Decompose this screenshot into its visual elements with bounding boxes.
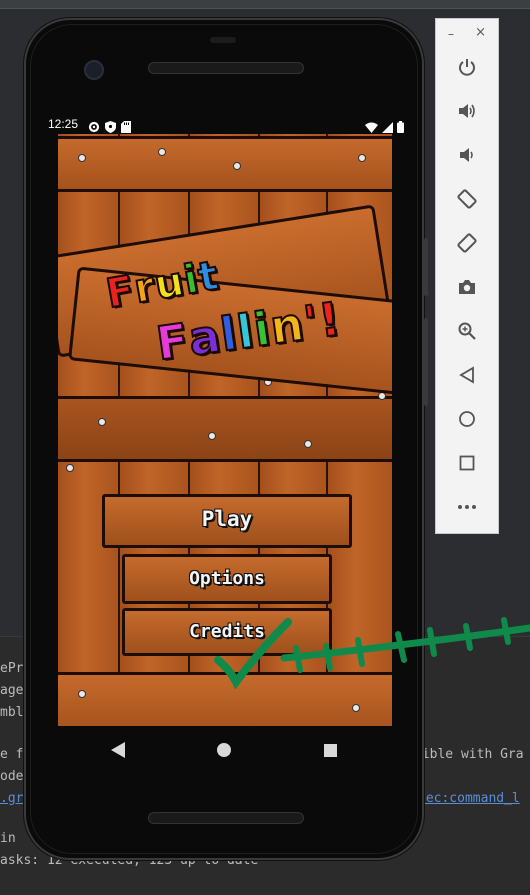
power-icon[interactable] <box>451 51 483 83</box>
credits-button[interactable]: Credits <box>122 608 332 656</box>
play-label: Play <box>201 507 253 531</box>
back-icon[interactable] <box>451 359 483 391</box>
nail <box>358 154 366 162</box>
android-nav-bar <box>58 726 392 776</box>
cross-beam <box>58 396 392 462</box>
nail <box>304 440 312 448</box>
game-screen[interactable]: Fruit Fallin'! Play Options Credits <box>58 134 392 726</box>
play-button[interactable]: Play <box>102 494 352 548</box>
console-link[interactable]: sec:command_l <box>418 791 520 806</box>
nail <box>66 464 74 472</box>
console-line: tible with Gra <box>414 747 524 762</box>
console-link[interactable]: .gr <box>0 791 23 806</box>
nail <box>352 704 360 712</box>
nail <box>98 418 106 426</box>
minimize-button[interactable]: – <box>448 27 454 41</box>
zoom-icon[interactable] <box>451 315 483 347</box>
top-speaker <box>148 62 304 74</box>
nail <box>233 162 241 170</box>
overview-icon[interactable] <box>451 447 483 479</box>
more-icon[interactable] <box>451 491 483 523</box>
bottom-plank <box>58 672 392 726</box>
battery-icon <box>397 118 404 137</box>
nail <box>78 154 86 162</box>
volume-up-icon[interactable] <box>451 95 483 127</box>
volume-down-icon[interactable] <box>451 139 483 171</box>
home-icon[interactable] <box>212 738 236 762</box>
nail <box>158 148 166 156</box>
earpiece <box>210 37 236 43</box>
emulator-toolbar: – × <box>435 18 499 534</box>
back-icon[interactable] <box>106 738 130 762</box>
emulator-toolbar-header: – × <box>436 25 498 41</box>
console-line: age <box>0 683 24 698</box>
camera-icon[interactable] <box>451 271 483 303</box>
ide-top-bar <box>0 0 530 9</box>
close-button[interactable]: × <box>475 25 486 40</box>
status-time: 12:25 <box>48 117 79 131</box>
front-camera <box>84 60 104 80</box>
status-bar: 12:25 <box>48 116 404 136</box>
console-line: in <box>0 831 16 846</box>
recents-icon[interactable] <box>318 738 342 762</box>
console-line: mbl <box>0 705 24 720</box>
home-icon[interactable] <box>451 403 483 435</box>
top-plank <box>58 136 392 192</box>
console-line: ode <box>0 769 24 784</box>
rotate-right-icon[interactable] <box>451 227 483 259</box>
nail <box>78 690 86 698</box>
rotate-left-icon[interactable] <box>451 183 483 215</box>
credits-label: Credits <box>189 621 265 642</box>
console-line: ePr <box>0 661 24 676</box>
nail <box>208 432 216 440</box>
bottom-speaker <box>148 812 304 824</box>
volume-side-button <box>424 318 428 406</box>
options-button[interactable]: Options <box>122 554 332 604</box>
power-side-button <box>424 238 428 296</box>
console-line: e f <box>0 747 24 762</box>
options-label: Options <box>189 568 265 589</box>
